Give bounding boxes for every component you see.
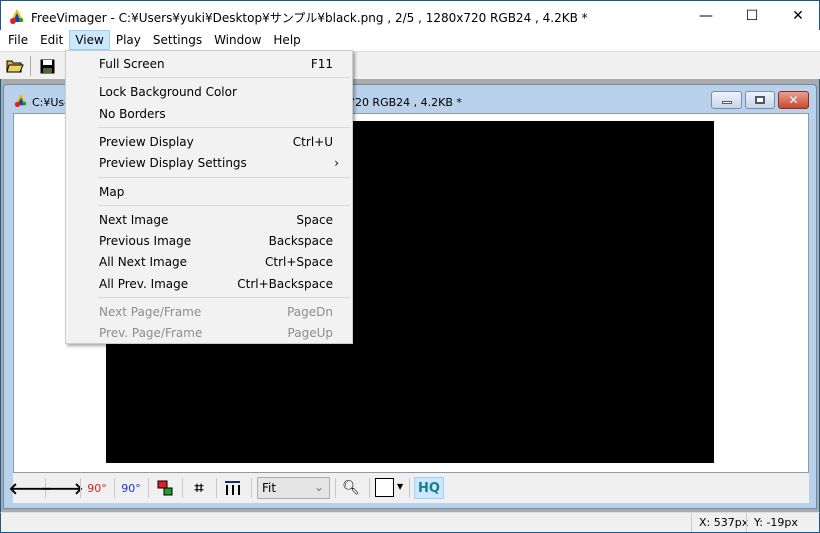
rotate-right-button[interactable]: 90° bbox=[119, 477, 143, 499]
color-layers-icon bbox=[157, 480, 173, 496]
toolbar-divider bbox=[182, 478, 183, 498]
menu-item-label: Lock Background Color bbox=[99, 85, 237, 100]
toolbar-divider bbox=[409, 478, 410, 498]
save-icon bbox=[40, 59, 54, 73]
rotate-right-icon: 90° bbox=[121, 481, 141, 495]
open-button[interactable] bbox=[4, 55, 26, 77]
background-color-button[interactable] bbox=[375, 478, 394, 497]
rotate-left-button[interactable]: 90° bbox=[85, 477, 109, 499]
status-y-coordinate: Y: -19px bbox=[754, 516, 798, 529]
zoom-tool-button[interactable]: 🔍︎ bbox=[339, 477, 363, 499]
menu-item-label: Previous Image bbox=[99, 234, 192, 249]
toolbar-divider bbox=[114, 478, 115, 498]
menu-item-label: Preview Display Settings bbox=[99, 156, 247, 171]
toolbar-divider bbox=[369, 478, 370, 498]
menu-separator bbox=[98, 297, 350, 298]
menu-item-shortcut: PageDn bbox=[287, 305, 333, 319]
status-divider bbox=[746, 513, 747, 532]
menu-item-prev-page-frame: Prev. Page/Frame PageUp bbox=[68, 322, 350, 343]
toolbar-divider bbox=[80, 478, 81, 498]
status-bar: X: 537px Y: -19px bbox=[0, 512, 820, 533]
app-logo-icon bbox=[10, 9, 24, 24]
magnifier-icon: 🔍︎ bbox=[342, 480, 360, 496]
title-bar: FreeVimager - C:¥Users¥yuki¥Desktop¥サンプル… bbox=[0, 0, 820, 30]
menu-item-label: Full Screen bbox=[99, 57, 165, 71]
menu-item-previous-image[interactable]: Previous Image Backspace bbox=[68, 230, 350, 251]
previous-image-button[interactable]: 🡐 bbox=[9, 477, 52, 499]
menu-item-preview-display-settings[interactable]: Preview Display Settings › bbox=[68, 152, 350, 173]
menu-item-label: All Next Image bbox=[99, 255, 188, 270]
hq-toggle[interactable]: HQ bbox=[414, 477, 444, 499]
menu-item-all-prev-image[interactable]: All Prev. Image Ctrl+Backspace bbox=[68, 273, 350, 294]
menu-separator bbox=[98, 126, 350, 128]
window-title: FreeVimager - C:¥Users¥yuki¥Desktop¥サンプル… bbox=[31, 11, 588, 25]
menu-edit[interactable]: Edit bbox=[34, 30, 69, 50]
image-toolbar: 🡐 🡒 90° 90° ⌗ Fit ⌄ 🔍︎ ▼ HQ bbox=[9, 473, 809, 503]
menu-item-label: Next Page/Frame bbox=[99, 305, 202, 319]
toolbar-divider bbox=[30, 56, 31, 76]
crop-icon: ⌗ bbox=[194, 478, 204, 497]
menu-item-shortcut: Space bbox=[296, 212, 333, 227]
menu-item-no-borders[interactable]: No Borders bbox=[68, 103, 350, 124]
zoom-select[interactable]: Fit ⌄ bbox=[257, 477, 330, 499]
menu-bar: File Edit View Play Settings Window Help bbox=[0, 30, 820, 50]
menu-item-shortcut: Ctrl+Space bbox=[265, 255, 333, 270]
status-x-coordinate: X: 537px bbox=[699, 516, 749, 529]
arrow-right-icon: 🡒 bbox=[40, 479, 84, 498]
rotate-left-icon: 90° bbox=[87, 481, 107, 495]
crop-button[interactable]: ⌗ bbox=[187, 477, 211, 499]
adjust-button[interactable] bbox=[221, 477, 245, 499]
menu-item-label: Next Image bbox=[99, 212, 169, 227]
toolbar-divider bbox=[148, 478, 149, 498]
menu-separator bbox=[98, 77, 350, 79]
menu-item-next-image[interactable]: Next Image Space bbox=[68, 209, 350, 230]
menu-item-preview-display[interactable]: Preview Display Ctrl+U bbox=[68, 131, 350, 152]
chevron-right-icon: › bbox=[334, 156, 339, 171]
menu-item-label: Prev. Page/Frame bbox=[99, 326, 203, 341]
menu-separator bbox=[98, 204, 350, 206]
menu-file[interactable]: File bbox=[2, 30, 34, 50]
child-minimize-button[interactable] bbox=[711, 91, 742, 109]
sliders-icon bbox=[225, 481, 240, 495]
open-folder-icon bbox=[6, 60, 24, 73]
background-color-dropdown[interactable]: ▼ bbox=[397, 482, 403, 491]
child-restore-button[interactable] bbox=[745, 91, 775, 109]
menu-item-label: Map bbox=[99, 184, 125, 199]
toolbar-divider bbox=[216, 478, 217, 498]
menu-item-all-next-image[interactable]: All Next Image Ctrl+Space bbox=[68, 251, 350, 272]
menu-item-shortcut: Backspace bbox=[268, 234, 333, 249]
menu-help[interactable]: Help bbox=[267, 30, 306, 50]
menu-item-shortcut: F11 bbox=[310, 57, 333, 71]
menu-item-shortcut: Ctrl+Backspace bbox=[237, 276, 333, 291]
menu-item-shortcut: Ctrl+U bbox=[292, 134, 333, 149]
chevron-down-icon: ⌄ bbox=[313, 480, 324, 494]
close-button[interactable]: ✕ bbox=[775, 1, 820, 31]
menu-item-full-screen[interactable]: Full Screen F11 bbox=[68, 53, 350, 74]
menu-separator bbox=[98, 176, 350, 178]
save-button[interactable] bbox=[36, 55, 58, 77]
menu-item-next-page-frame: Next Page/Frame PageDn bbox=[68, 301, 350, 322]
menu-item-label: Preview Display bbox=[99, 134, 194, 149]
status-divider bbox=[691, 513, 692, 532]
maximize-button[interactable]: ☐ bbox=[729, 1, 775, 31]
menu-item-map[interactable]: Map bbox=[68, 181, 350, 202]
toolbar-divider bbox=[335, 478, 336, 498]
menu-play[interactable]: Play bbox=[110, 30, 147, 50]
menu-settings[interactable]: Settings bbox=[147, 30, 208, 50]
next-image-button[interactable]: 🡒 bbox=[41, 477, 84, 499]
child-close-button[interactable]: ✕ bbox=[778, 91, 809, 109]
zoom-select-value: Fit bbox=[262, 481, 277, 495]
view-menu-dropdown: Full Screen F11 Lock Background Color No Bo… bbox=[65, 50, 353, 344]
image-swap-button[interactable] bbox=[153, 477, 177, 499]
document-icon bbox=[14, 93, 28, 107]
toolbar-divider bbox=[251, 478, 252, 498]
menu-item-label: All Prev. Image bbox=[99, 276, 189, 291]
menu-item-lock-background-color[interactable]: Lock Background Color bbox=[68, 81, 350, 102]
menu-window[interactable]: Window bbox=[208, 30, 267, 50]
caret-down-icon: ▼ bbox=[397, 482, 404, 491]
menu-view[interactable]: View bbox=[69, 30, 110, 50]
menu-item-label: No Borders bbox=[99, 106, 166, 121]
minimize-button[interactable]: — bbox=[683, 1, 729, 31]
menu-item-shortcut: PageUp bbox=[287, 326, 333, 341]
